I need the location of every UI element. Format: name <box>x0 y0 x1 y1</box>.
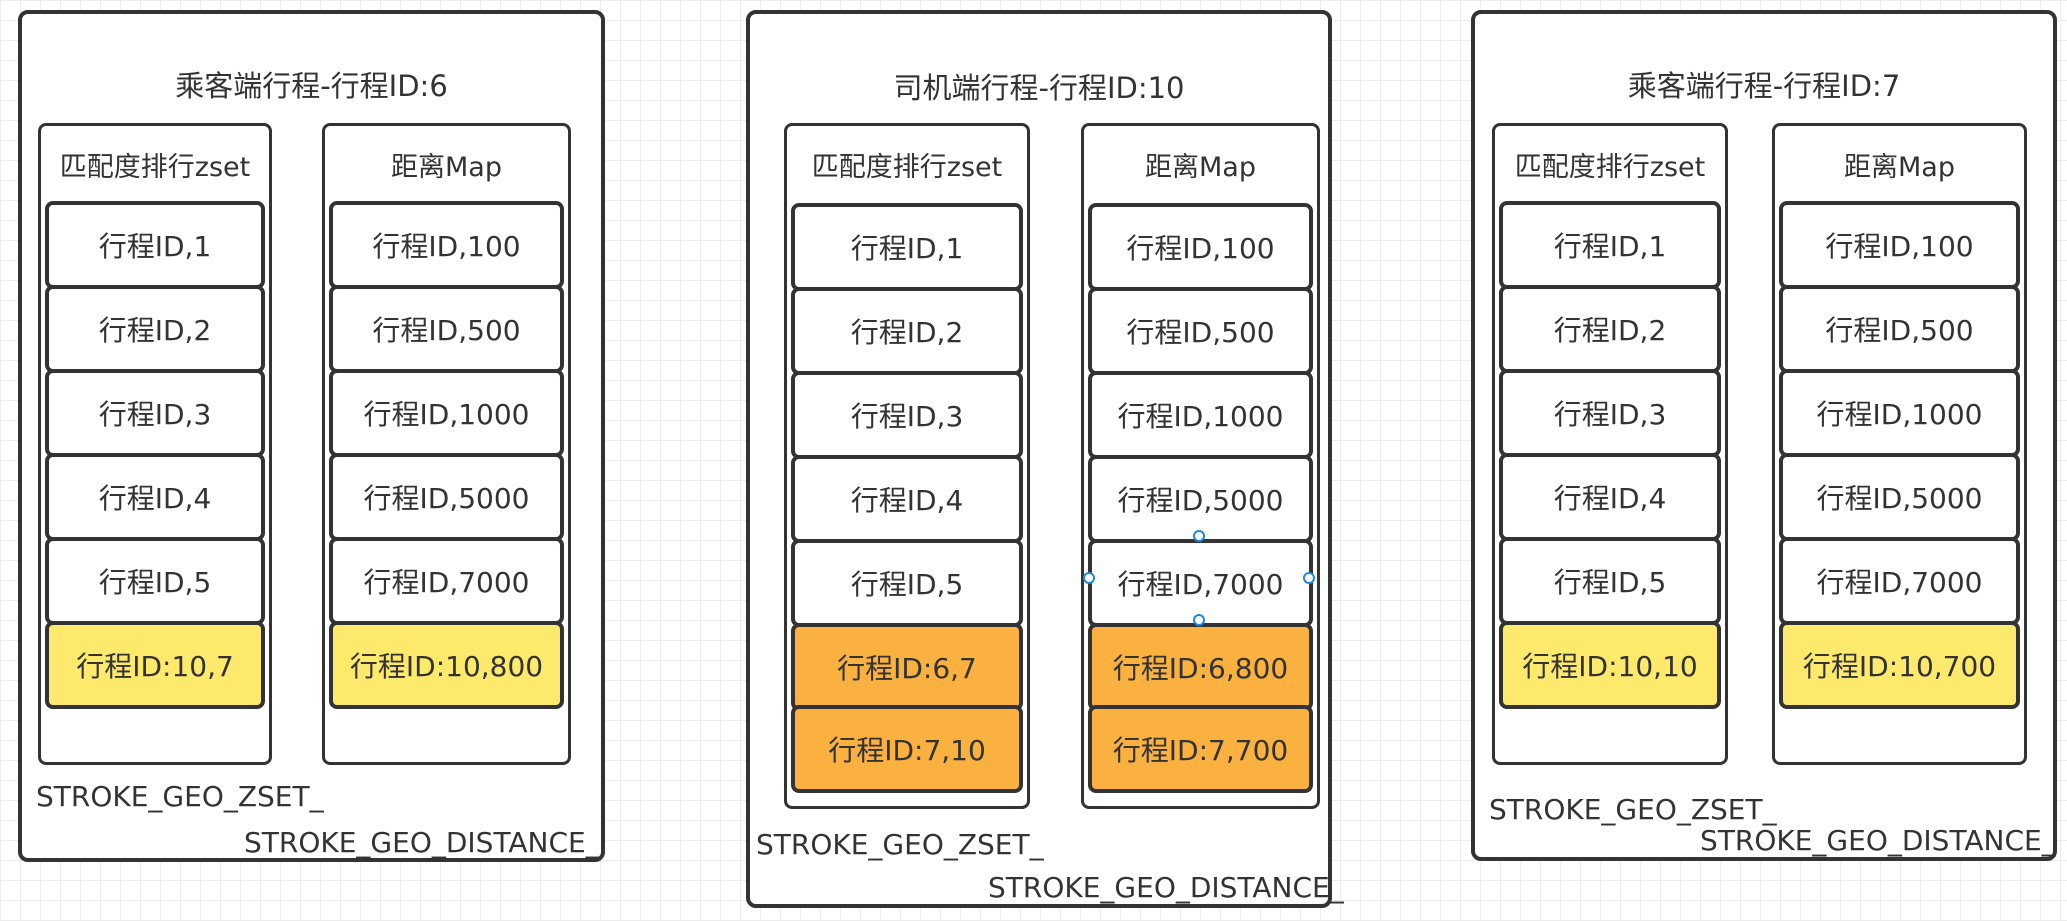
zset-item[interactable]: 行程ID,3 <box>1499 369 1721 457</box>
zset-item[interactable]: 行程ID,4 <box>45 453 265 541</box>
zset-item-highlighted[interactable]: 行程ID:6,7 <box>791 623 1023 711</box>
panel-passenger-trip-7[interactable]: 乘客端行程-行程ID:7 匹配度排行zset 行程ID,1 行程ID,2 行程I… <box>1471 10 2057 861</box>
zset-item[interactable]: 行程ID,3 <box>45 369 265 457</box>
map-item[interactable]: 行程ID,100 <box>329 201 564 289</box>
zset-item[interactable]: 行程ID,5 <box>45 537 265 625</box>
zset-item[interactable]: 行程ID,3 <box>791 371 1023 459</box>
map-item[interactable]: 行程ID,500 <box>329 285 564 373</box>
column-title: 匹配度排行zset <box>1514 152 1706 183</box>
column-title: 距离Map <box>391 152 502 183</box>
zset-item-highlighted[interactable]: 行程ID:7,10 <box>791 705 1023 793</box>
map-item-highlighted[interactable]: 行程ID:10,800 <box>329 621 564 709</box>
map-column[interactable]: 距离Map 行程ID,100 行程ID,500 行程ID,1000 行程ID,5… <box>1772 123 2027 765</box>
selection-handle-top[interactable] <box>1193 530 1205 542</box>
map-item[interactable]: 行程ID,500 <box>1779 285 2020 373</box>
map-column[interactable]: 距离Map 行程ID,100 行程ID,500 行程ID,1000 行程ID,5… <box>322 123 571 765</box>
map-item[interactable]: 行程ID,100 <box>1779 201 2020 289</box>
map-item-highlighted[interactable]: 行程ID:10,700 <box>1779 621 2020 709</box>
zset-column[interactable]: 匹配度排行zset 行程ID,1 行程ID,2 行程ID,3 行程ID,4 行程… <box>784 123 1030 809</box>
map-item[interactable]: 行程ID,500 <box>1088 287 1313 375</box>
distance-key-label: STROKE_GEO_DISTANCE_ <box>1700 824 2056 857</box>
zset-item-highlighted[interactable]: 行程ID:10,10 <box>1499 621 1721 709</box>
panel-driver-trip-10[interactable]: 司机端行程-行程ID:10 匹配度排行zset 行程ID,1 行程ID,2 行程… <box>746 10 1344 908</box>
zset-item-highlighted[interactable]: 行程ID:10,7 <box>45 621 265 709</box>
column-title: 距离Map <box>1145 152 1256 183</box>
zset-key-label: STROKE_GEO_ZSET_ <box>1489 793 1777 826</box>
zset-item[interactable]: 行程ID,4 <box>1499 453 1721 541</box>
zset-key-label: STROKE_GEO_ZSET_ <box>36 780 324 813</box>
column-title: 匹配度排行zset <box>59 152 251 183</box>
zset-column[interactable]: 匹配度排行zset 行程ID,1 行程ID,2 行程ID,3 行程ID,4 行程… <box>38 123 272 765</box>
map-item[interactable]: 行程ID,7000 <box>329 537 564 625</box>
map-item[interactable]: 行程ID,5000 <box>1779 453 2020 541</box>
map-item[interactable]: 行程ID,1000 <box>329 369 564 457</box>
zset-item[interactable]: 行程ID,1 <box>791 203 1023 291</box>
zset-item[interactable]: 行程ID,1 <box>1499 201 1721 289</box>
panel-title: 乘客端行程-行程ID:6 <box>175 69 448 103</box>
distance-key-label: STROKE_GEO_DISTANCE_ <box>988 871 1344 904</box>
zset-key-label: STROKE_GEO_ZSET_ <box>756 828 1044 861</box>
selection-handle-bottom[interactable] <box>1193 614 1205 626</box>
map-item[interactable]: 行程ID,7000 <box>1779 537 2020 625</box>
map-item-highlighted[interactable]: 行程ID:7,700 <box>1088 705 1313 793</box>
zset-item[interactable]: 行程ID,2 <box>791 287 1023 375</box>
column-title: 距离Map <box>1844 152 1955 183</box>
column-title: 匹配度排行zset <box>811 152 1003 183</box>
zset-item[interactable]: 行程ID,1 <box>45 201 265 289</box>
map-column[interactable]: 距离Map 行程ID,100 行程ID,500 行程ID,1000 行程ID,5… <box>1081 123 1320 809</box>
map-item[interactable]: 行程ID,5000 <box>329 453 564 541</box>
map-item[interactable]: 行程ID,1000 <box>1779 369 2020 457</box>
zset-item[interactable]: 行程ID,4 <box>791 455 1023 543</box>
panel-passenger-trip-6[interactable]: 乘客端行程-行程ID:6 匹配度排行zset 行程ID,1 行程ID,2 行程I… <box>18 10 605 862</box>
zset-column[interactable]: 匹配度排行zset 行程ID,1 行程ID,2 行程ID,3 行程ID,4 行程… <box>1492 123 1728 765</box>
zset-item[interactable]: 行程ID,2 <box>1499 285 1721 373</box>
panel-title: 司机端行程-行程ID:10 <box>893 71 1185 105</box>
selection-handle-left[interactable] <box>1083 572 1095 584</box>
selection-handle-right[interactable] <box>1303 572 1315 584</box>
map-item-highlighted[interactable]: 行程ID:6,800 <box>1088 623 1313 711</box>
map-item[interactable]: 行程ID,1000 <box>1088 371 1313 459</box>
map-item[interactable]: 行程ID,100 <box>1088 203 1313 291</box>
zset-item[interactable]: 行程ID,5 <box>791 539 1023 627</box>
zset-item[interactable]: 行程ID,5 <box>1499 537 1721 625</box>
distance-key-label: STROKE_GEO_DISTANCE_ <box>244 826 600 859</box>
panel-title: 乘客端行程-行程ID:7 <box>1627 69 1901 103</box>
zset-item[interactable]: 行程ID,2 <box>45 285 265 373</box>
